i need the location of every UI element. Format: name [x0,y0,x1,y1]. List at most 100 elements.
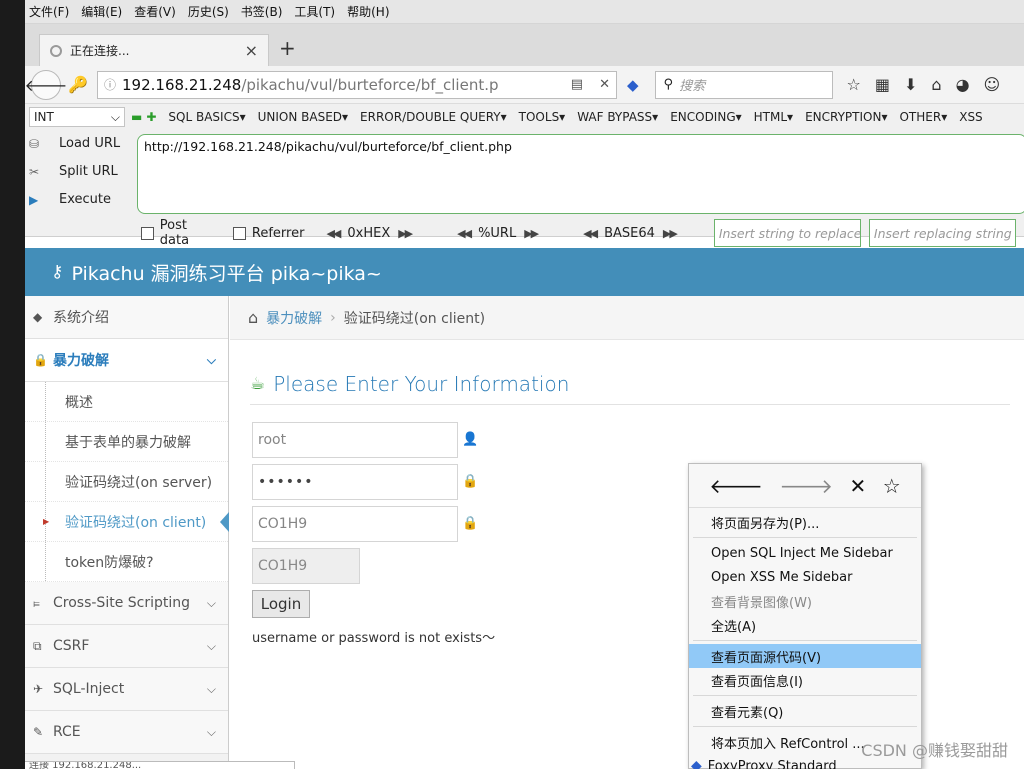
hackbar-menu-row: INT ⌵ ▬ ✚ SQL BASICS▾ UNION BASED▾ ERROR… [25,104,1024,130]
sidebar-item-xss[interactable]: ⫢ Cross-Site Scripting ⌵ [25,582,228,625]
emoji-icon[interactable]: ☺ [984,75,1001,94]
sidebar-item-csrf[interactable]: ⧉ CSRF ⌵ [25,625,228,668]
breadcrumb: ⌂ 暴力破解 › 验证码绕过(on client) [230,296,1024,340]
bookmarks-list-icon[interactable]: ▦ [875,75,890,94]
sidebar-subitem-captcha-client[interactable]: ▶ 验证码绕过(on client) [25,502,229,542]
home-icon[interactable]: ⌂ [931,75,941,94]
minus-icon[interactable]: ▬ [131,110,142,124]
close-icon[interactable]: ✕ [850,474,867,498]
menu-sql-basics[interactable]: SQL BASICS▾ [168,110,245,124]
menu-item-sql-inject-me[interactable]: Open SQL Inject Me Sidebar [689,541,921,565]
sidebar-subitem-token[interactable]: token防爆破? [25,542,228,582]
sidebar-item-rce[interactable]: ✎ RCE ⌵ [25,711,228,754]
execute-label: Execute [59,192,111,207]
chevron-down-icon: ⌵ [110,109,120,124]
site-identity-button[interactable]: 🔑 [63,70,93,100]
base64-button[interactable]: ◀◀ BASE64 ▶▶ [575,226,684,241]
lock-icon: 🔒 [462,516,479,531]
context-menu: 🡐 🡒 ✕ ☆ 将页面另存为(P)... Open SQL Inject Me … [688,463,922,769]
hackbar-type-select[interactable]: INT ⌵ [29,107,125,127]
back-button[interactable]: 🡐 [25,69,67,100]
sidebar-subitem-form-brute[interactable]: 基于表单的暴力破解 [25,422,228,462]
new-tab-button[interactable]: + [279,36,296,60]
menu-item-inspect[interactable]: 查看元素(Q) [689,699,921,723]
login-button[interactable]: Login [252,590,310,618]
captcha-code[interactable]: CO1H9 [252,548,360,584]
referrer-checkbox[interactable] [233,226,246,240]
plus-icon[interactable]: ✚ [146,110,156,124]
breadcrumb-link[interactable]: 暴力破解 [266,308,322,328]
back-arrow-icon[interactable]: 🡐 [709,474,763,498]
load-url-button[interactable]: ⛁ Load URL [29,136,120,151]
search-box[interactable]: ⚲ 搜索 [654,70,833,99]
globe-icon[interactable]: ◕ [956,75,970,94]
menu-bookmarks[interactable]: 书签(B) [241,3,283,20]
menu-encoding[interactable]: ENCODING▾ [670,110,741,124]
menu-html[interactable]: HTML▾ [754,110,793,124]
downloads-icon[interactable]: ⬇ [904,75,917,94]
bookmark-star-icon[interactable]: ☆ [847,75,861,94]
replace-string-input[interactable]: Insert string to replace [713,219,861,247]
menu-edit[interactable]: 编辑(E) [81,3,122,20]
menu-item-view-source[interactable]: 查看页面源代码(V) [689,644,921,668]
menu-waf-bypass[interactable]: WAF BYPASS▾ [577,110,658,124]
menu-history[interactable]: 历史(S) [188,3,229,20]
menu-error-double-query[interactable]: ERROR/DOUBLE QUERY▾ [360,110,507,124]
tab-close-icon[interactable]: × [245,41,258,60]
menu-tools[interactable]: 工具(T) [294,3,335,20]
post-data-label: Post data [159,218,190,248]
sidebar-item-label: 暴力破解 [53,353,109,369]
password-input[interactable]: •••••• [252,464,458,500]
subitem-label: 验证码绕过(on server) [65,474,213,491]
user-icon: 👤 [462,432,479,447]
menu-union-based[interactable]: UNION BASED▾ [258,110,348,124]
tab-active[interactable]: 正在连接... × [39,34,269,66]
menu-xss[interactable]: XSS [959,110,982,124]
foxyproxy-icon: ◆ [691,758,702,769]
menu-file[interactable]: 文件(F) [29,3,69,20]
execute-button[interactable]: ▶ Execute [29,192,111,207]
sidebar-subitem-overview[interactable]: 概述 [25,382,228,422]
split-url-button[interactable]: ✂ Split URL [29,164,118,179]
sidebar-item-sqli[interactable]: ✈ SQL-Inject ⌵ [25,668,228,711]
subitem-label: 基于表单的暴力破解 [65,434,191,451]
url-encode-button[interactable]: ◀◀ %URL ▶▶ [449,226,545,241]
menu-other[interactable]: OTHER▾ [899,110,947,124]
left-arrow-icon: ◀◀ [583,226,598,240]
home-icon[interactable]: ⌂ [248,308,258,327]
chevron-down-icon: ⌵ [206,724,216,739]
captcha-input[interactable]: CO1H9 [252,506,458,542]
post-data-checkbox[interactable] [141,226,154,240]
info-icon[interactable]: ⓘ [104,76,116,93]
menu-divider [693,695,917,696]
subitem-label: 概述 [65,394,93,411]
hex-encode-button[interactable]: ◀◀ 0xHEX ▶▶ [318,226,419,241]
bookmark-star-icon[interactable]: ☆ [883,474,901,498]
menu-encryption[interactable]: ENCRYPTION▾ [805,110,887,124]
menu-item-page-info[interactable]: 查看页面信息(I) [689,668,921,692]
menu-view[interactable]: 查看(V) [134,3,176,20]
username-input[interactable]: root [252,422,458,458]
site-title[interactable]: Pikachu 漏洞练习平台 pika~pika~ [71,259,381,286]
hackbar-url-textarea[interactable]: http://192.168.21.248/pikachu/vul/burtef… [137,134,1024,214]
menu-item-select-all[interactable]: 全选(A) [689,613,921,637]
sidebar-item-bruteforce[interactable]: 🔒 暴力破解 ⌵ [25,339,228,382]
menu-tools[interactable]: TOOLS▾ [519,110,566,124]
menu-help[interactable]: 帮助(H) [347,3,389,20]
reader-view-icon[interactable]: ▤ [571,77,583,92]
watermark: CSDN @赚钱娶甜甜 [861,741,1008,760]
search-icon: ⚲ [663,77,674,92]
split-url-label: Split URL [59,164,118,179]
menu-item-xss-me[interactable]: Open XSS Me Sidebar [689,565,921,589]
sidebar-item-intro[interactable]: ◆ 系统介绍 [25,296,228,339]
foxyproxy-icon[interactable]: ◆ [627,76,639,94]
play-icon: ▶ [29,192,39,207]
url-bar[interactable]: ⓘ 192.168.21.248 /pikachu/vul/burteforce… [97,70,617,99]
menu-divider [693,537,917,538]
sidebar-subitem-captcha-server[interactable]: 验证码绕过(on server) [25,462,228,502]
plane-icon: ✈ [33,682,44,696]
menu-item-save-page[interactable]: 将页面另存为(P)... [689,510,921,534]
stop-loading-icon[interactable]: ✕ [599,77,610,92]
replacing-string-input[interactable]: Insert replacing string [868,219,1016,247]
sidebar-item-label: Cross-Site Scripting [53,595,191,611]
